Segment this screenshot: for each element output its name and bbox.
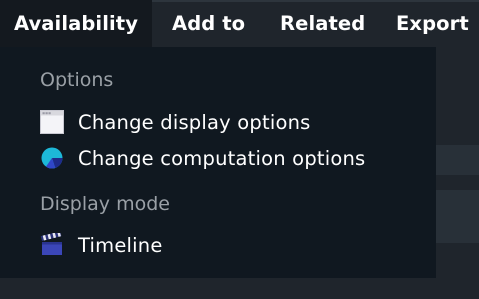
availability-dropdown: Options Change display options Change co…	[0, 47, 436, 278]
timeline-label: Timeline	[78, 233, 163, 257]
change-computation-options-item[interactable]: Change computation options	[40, 144, 365, 172]
pie-chart-icon	[40, 146, 64, 170]
change-computation-options-label: Change computation options	[78, 146, 366, 170]
menu-add-to[interactable]: Add to	[172, 0, 245, 47]
screen: Availability Add to Related Export Optio…	[0, 0, 479, 299]
menu-related[interactable]: Related	[280, 0, 365, 47]
change-display-options-item[interactable]: Change display options	[40, 108, 311, 136]
section-title-options: Options	[40, 69, 114, 91]
window-icon	[40, 110, 64, 134]
section-title-display-mode: Display mode	[40, 193, 170, 215]
menubar: Availability Add to Related Export	[0, 0, 479, 47]
change-display-options-label: Change display options	[78, 110, 311, 134]
menu-availability[interactable]: Availability	[0, 0, 152, 47]
menu-export[interactable]: Export	[396, 0, 469, 47]
clapperboard-icon	[40, 231, 64, 257]
background-bottom	[0, 278, 479, 299]
timeline-item[interactable]: Timeline	[40, 231, 163, 259]
